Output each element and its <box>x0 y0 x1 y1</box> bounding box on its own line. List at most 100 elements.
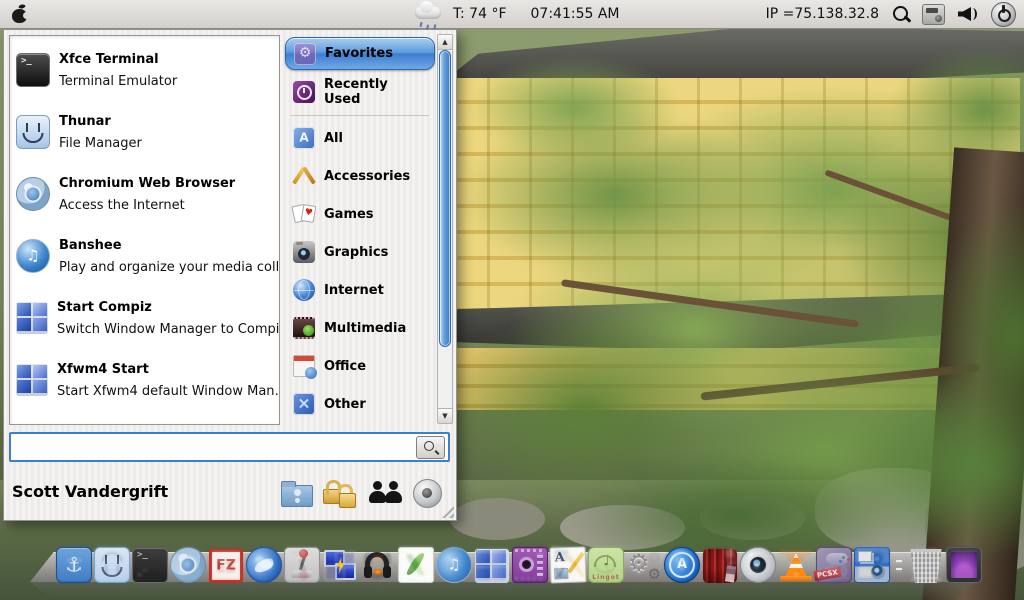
dock-item-media-player-purple[interactable] <box>512 547 548 583</box>
office-icon <box>293 355 317 379</box>
dock-item-joystick-app[interactable] <box>284 547 320 583</box>
category-label: Recently Used <box>324 77 388 107</box>
dock-item-docky-anchor[interactable] <box>56 547 92 583</box>
app-title: Banshee <box>59 237 122 253</box>
dock-item-terminal[interactable] <box>132 547 168 583</box>
photo-booth-icon <box>703 549 737 583</box>
volume-icon[interactable] <box>958 6 978 22</box>
vlc-player-icon <box>779 549 813 583</box>
category-list: Favorites Recently Used All Accessories … <box>285 34 435 423</box>
clock-label: 07:41:55 AM <box>530 6 620 22</box>
scroll-up-arrow-icon[interactable]: ▲ <box>438 35 452 50</box>
app-store-icon <box>664 547 700 583</box>
weather-cloud <box>415 1 441 19</box>
scroll-down-arrow-icon[interactable]: ▼ <box>438 408 452 423</box>
category-item-games[interactable]: Games <box>285 195 435 233</box>
apple-menu-icon[interactable] <box>12 2 30 23</box>
app-subtitle: Switch Window Manager to Compiz <box>57 321 280 337</box>
category-item-accessories[interactable]: Accessories <box>285 157 435 195</box>
scrollbar-thumb[interactable] <box>439 50 451 347</box>
dock-item-pcsx-emulator[interactable]: PCSX <box>813 547 852 583</box>
dock-item-office-documents[interactable] <box>549 546 587 584</box>
category-separator <box>291 115 429 116</box>
app-title: Chromium Web Browser <box>59 175 236 191</box>
dock-item-chromium-browser[interactable] <box>170 547 206 583</box>
accessories-icon <box>293 165 315 187</box>
home-folder-icon[interactable] <box>279 476 315 510</box>
search-box <box>9 432 450 462</box>
card-reader-icon[interactable] <box>922 3 945 25</box>
app-list-item[interactable]: Xfwm4 Start Start Xfwm4 default Window M… <box>10 349 279 411</box>
app-list-item[interactable]: Xfce Terminal Terminal Emulator <box>10 39 279 101</box>
switch-user-icon[interactable] <box>368 476 404 510</box>
dock-item-webcam-app[interactable] <box>740 547 776 583</box>
category-item-all[interactable]: All <box>285 119 435 157</box>
dock-item-system-settings-gears[interactable] <box>626 549 662 583</box>
dock-icon-label: Lingot <box>592 574 620 581</box>
multimedia-icon <box>293 317 315 339</box>
category-item-multimedia[interactable]: Multimedia <box>285 309 435 347</box>
dock-item-banshee-media[interactable] <box>436 547 472 583</box>
compiz-icon <box>16 302 48 334</box>
system-settings-gears-icon <box>627 549 661 583</box>
dock-item-trash[interactable] <box>908 549 944 583</box>
ip-address-label: IP =75.138.32.8 <box>765 6 879 22</box>
category-item-internet[interactable]: Internet <box>285 271 435 309</box>
photo-manager-icon <box>854 547 890 583</box>
category-label: Multimedia <box>324 320 407 336</box>
category-item-graphics[interactable]: Graphics <box>285 233 435 271</box>
dock-separator-icon <box>893 549 905 583</box>
dock-item-filezilla[interactable] <box>208 549 244 583</box>
menubar-right-group: IP =75.138.32.8 <box>766 0 1016 28</box>
dock-item-file-manager[interactable] <box>94 547 130 583</box>
lock-screen-icon[interactable] <box>322 476 358 510</box>
dock-item-network-computers[interactable] <box>322 549 358 583</box>
terminal-icon <box>16 53 50 87</box>
weather-icon[interactable] <box>413 1 443 28</box>
compiz-icon <box>16 364 48 396</box>
app-list-item[interactable]: Banshee Play and organize your media col… <box>10 225 279 287</box>
app-list-item[interactable]: Thunar File Manager <box>10 101 279 163</box>
application-menu: Xfce Terminal Terminal Emulator Thunar F… <box>3 29 457 521</box>
category-item-other[interactable]: Other <box>285 385 435 423</box>
dock-item-vlc-player[interactable] <box>778 549 814 583</box>
shutdown-icon[interactable] <box>409 476 445 510</box>
category-item-recently-used[interactable]: Recently Used <box>285 73 435 111</box>
dock-item-display-settings[interactable] <box>946 547 982 583</box>
power-icon[interactable] <box>991 1 1016 27</box>
bluebird-app-icon <box>246 547 282 583</box>
app-text: Xfwm4 Start Start Xfwm4 default Window M… <box>57 362 279 399</box>
search-icon[interactable] <box>892 5 909 23</box>
app-list-item[interactable]: Chromium Web Browser Access the Internet <box>10 163 279 225</box>
dock-item-headphones-audio[interactable] <box>360 549 396 583</box>
dock-item-compiz-windows[interactable] <box>474 549 510 583</box>
category-item-favorites[interactable]: Favorites <box>285 37 435 70</box>
category-label: Games <box>324 206 374 222</box>
dock-item-photo-manager[interactable] <box>854 547 890 583</box>
chromium-browser-icon <box>170 547 206 583</box>
search-input[interactable] <box>13 436 417 460</box>
trash-icon <box>910 549 942 583</box>
graphics-icon <box>293 241 315 263</box>
dock-item-feather-editor[interactable] <box>398 547 434 583</box>
dock-item-bluebird-app[interactable] <box>246 547 282 583</box>
webcam-app-icon <box>740 547 776 583</box>
all-icon <box>293 127 315 149</box>
category-scrollbar[interactable]: ▲ ▼ <box>437 34 453 424</box>
other-icon <box>293 393 315 415</box>
app-list-item[interactable]: Start Compiz Switch Window Manager to Co… <box>10 287 279 349</box>
dock-item-app-store[interactable] <box>664 547 700 583</box>
user-name: Scott Vandergrift <box>12 482 169 501</box>
search-button[interactable] <box>416 436 445 459</box>
app-text: Chromium Web Browser Access the Internet <box>59 176 235 213</box>
headphones-audio-icon <box>361 549 395 583</box>
dock-item-lingot-tuner[interactable]: Lingot <box>588 547 624 583</box>
category-label: Graphics <box>324 244 389 260</box>
dock-item-dock-separator <box>892 549 906 583</box>
internet-icon <box>293 279 315 301</box>
lingot-tuner-icon: Lingot <box>588 547 624 583</box>
dock-item-photo-booth[interactable] <box>702 549 738 583</box>
category-item-office[interactable]: Office <box>285 347 435 385</box>
app-text: Banshee Play and organize your media col… <box>59 237 279 275</box>
terminal-icon <box>132 547 168 583</box>
